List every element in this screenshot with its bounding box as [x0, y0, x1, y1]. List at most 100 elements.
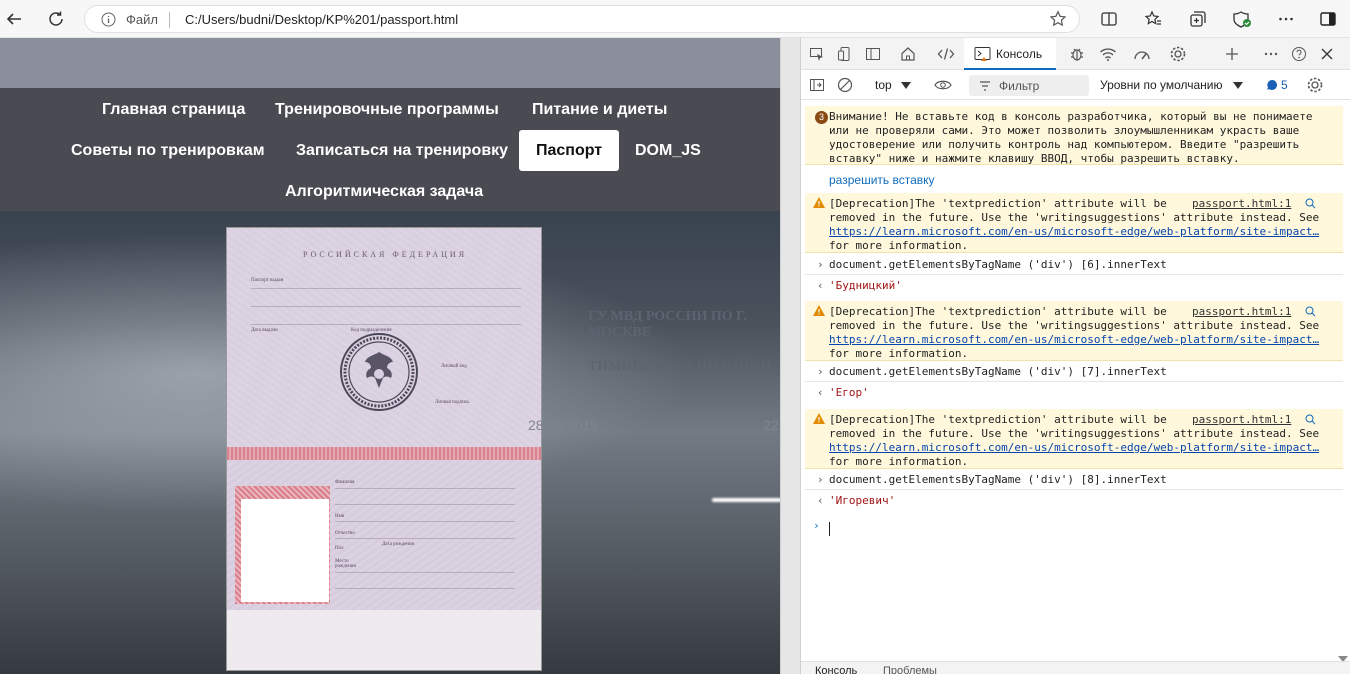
close-devtools-icon[interactable] [1316, 43, 1338, 65]
passport-line [335, 504, 515, 505]
devtools-splitter[interactable] [780, 38, 801, 674]
web-page: Главная страница Тренировочные программы… [0, 38, 780, 674]
result-text: 'Егор' [829, 386, 869, 399]
add-tool-plus-icon[interactable] [1221, 43, 1243, 65]
elements-tab-icon[interactable] [935, 43, 957, 65]
drawer-tab-console[interactable]: Консоль [815, 665, 857, 674]
deprecation-text: removed in the future. Use the 'writings… [829, 319, 1320, 332]
browser-toolbar: Файл C:/Users/budni/Desktop/KP%201/passp… [0, 0, 1350, 38]
info-icon[interactable] [101, 12, 116, 27]
passport-line [251, 324, 521, 325]
search-magnifier-icon[interactable] [1305, 198, 1316, 209]
paste-warning-line: вставку" ниже и нажмите клавишу ВВОД, чт… [829, 152, 1240, 165]
tab-console[interactable]: Консоль [964, 38, 1056, 70]
prompt-chevron-icon: › [813, 519, 820, 532]
console-toolbar: top Фильтр Уровни по умолчанию 5 [801, 70, 1350, 100]
nav-item-passport[interactable]: Паспорт [519, 130, 620, 171]
sources-bug-icon[interactable] [1066, 43, 1088, 65]
file-scheme-label: Файл [126, 12, 158, 27]
deprecation-text: [Deprecation]The 'textprediction' attrib… [829, 197, 1167, 210]
issues-count[interactable]: 5 [1281, 78, 1288, 92]
deprecation-doc-link[interactable]: https://learn.microsoft.com/en-us/micros… [829, 441, 1319, 454]
source-link[interactable]: passport.html:1 [1192, 197, 1291, 210]
console-result-entry[interactable]: ‹ 'Будницкий' [805, 275, 1343, 296]
issues-chat-icon[interactable] [1266, 79, 1278, 91]
deprecation-warning: [Deprecation]The 'textprediction' attrib… [805, 409, 1343, 469]
performance-icon[interactable] [1131, 43, 1153, 65]
console-prompt-input[interactable]: › [805, 517, 1343, 539]
filter-input[interactable]: Фильтр [969, 75, 1089, 96]
command-text: document.getElementsByTagName ('div') [7… [829, 365, 1167, 378]
devtools-more-icon[interactable] [1260, 43, 1282, 65]
inspect-element-icon[interactable] [806, 43, 828, 65]
nav-item-signup[interactable]: Записаться на тренировку [279, 130, 525, 171]
nav-item-programs[interactable]: Тренировочные программы [258, 89, 516, 130]
passport-line [335, 572, 515, 573]
deprecation-doc-link[interactable]: https://learn.microsoft.com/en-us/micros… [829, 225, 1319, 238]
passport-country-title: РОССИЙСКАЯ ФЕДЕРАЦИЯ [302, 250, 468, 259]
devtools-tab-bar: Консоль [801, 38, 1350, 70]
live-expression-eye-icon[interactable] [934, 78, 952, 92]
warning-triangle-icon [813, 413, 825, 424]
welcome-home-icon[interactable] [897, 43, 919, 65]
more-menu-icon[interactable] [1274, 7, 1298, 31]
search-magnifier-icon[interactable] [1305, 414, 1316, 425]
search-magnifier-icon[interactable] [1305, 306, 1316, 317]
passport-fold-band [227, 447, 541, 460]
return-arrow-icon: ‹ [817, 386, 824, 399]
warning-count-badge: 3 [815, 111, 828, 124]
network-wifi-icon[interactable] [1097, 43, 1119, 65]
log-levels-dropdown[interactable]: Уровни по умолчанию [1100, 78, 1223, 92]
favorites-icon[interactable] [1141, 7, 1165, 31]
context-selector[interactable]: top [875, 78, 892, 92]
passport-label-birthplace: Место рождения [335, 559, 356, 569]
nav-item-home[interactable]: Главная страница [85, 89, 262, 130]
command-text: document.getElementsByTagName ('div') [8… [829, 473, 1167, 486]
sidebar-toggle-icon[interactable] [809, 77, 825, 93]
passport-blank-area [227, 610, 541, 670]
url-text[interactable]: C:/Users/budni/Desktop/KP%201/passport.h… [185, 12, 458, 27]
console-command-entry[interactable]: › document.getElementsByTagName ('div') … [805, 254, 1343, 275]
console-result-entry[interactable]: ‹ 'Егор' [805, 382, 1343, 403]
help-icon[interactable] [1288, 43, 1310, 65]
refresh-icon[interactable] [44, 7, 68, 31]
source-link[interactable]: passport.html:1 [1192, 413, 1291, 426]
passport-label-surname: Фамилия [335, 480, 355, 485]
allow-paste-hint: разрешить вставку [829, 173, 935, 187]
console-settings-gear-icon[interactable] [1306, 76, 1324, 94]
passport-label-patronymic: Отчество [335, 531, 355, 536]
settings-gear-tab-icon[interactable] [1167, 43, 1189, 65]
device-emulation-icon[interactable] [834, 43, 856, 65]
nav-item-tips[interactable]: Советы по тренировкам [54, 130, 282, 171]
browser-essentials-icon[interactable] [1230, 7, 1254, 31]
clear-console-icon[interactable] [837, 77, 853, 93]
issuer-line-1: ГУ МВД РОССИИ ПО Г. [588, 309, 747, 324]
address-bar[interactable]: Файл C:/Users/budni/Desktop/KP%201/passp… [84, 5, 1080, 33]
result-text: 'Будницкий' [829, 279, 902, 292]
console-result-entry[interactable]: ‹ 'Игоревич' [805, 490, 1343, 511]
chevron-down-icon[interactable] [901, 82, 911, 89]
panel-toggle-icon[interactable] [862, 43, 884, 65]
passport-label-sex: Пол [335, 546, 344, 551]
passport-line [251, 288, 521, 289]
favorite-star-icon[interactable] [1049, 10, 1067, 28]
devtools-dock-icon[interactable] [1316, 7, 1340, 31]
chevron-down-icon[interactable] [1233, 82, 1243, 89]
paste-warning-line: Внимание! Не вставьте код в консоль разр… [829, 110, 1313, 123]
road-light-streak [712, 498, 780, 502]
text-caret [829, 522, 830, 536]
console-command-entry[interactable]: › document.getElementsByTagName ('div') … [805, 361, 1343, 382]
deprecation-doc-link[interactable]: https://learn.microsoft.com/en-us/micros… [829, 333, 1319, 346]
nav-item-dom-js[interactable]: DOM_JS [618, 130, 718, 171]
collections-icon[interactable] [1186, 7, 1210, 31]
source-link[interactable]: passport.html:1 [1192, 305, 1291, 318]
console-command-entry[interactable]: › document.getElementsByTagName ('div') … [805, 469, 1343, 490]
back-arrow-icon[interactable] [2, 7, 26, 31]
drawer-tab-issues[interactable]: Проблемы [883, 665, 937, 674]
nav-item-nutrition[interactable]: Питание и диеты [515, 89, 684, 130]
nav-item-algorithm[interactable]: Алгоритмическая задача [268, 171, 500, 212]
console-icon [974, 46, 992, 62]
split-screen-icon[interactable] [1097, 7, 1121, 31]
devtools-panel: Консоль top Фильтр Уровни по умолчанию 5… [801, 38, 1350, 674]
warning-triangle-icon [813, 305, 825, 316]
